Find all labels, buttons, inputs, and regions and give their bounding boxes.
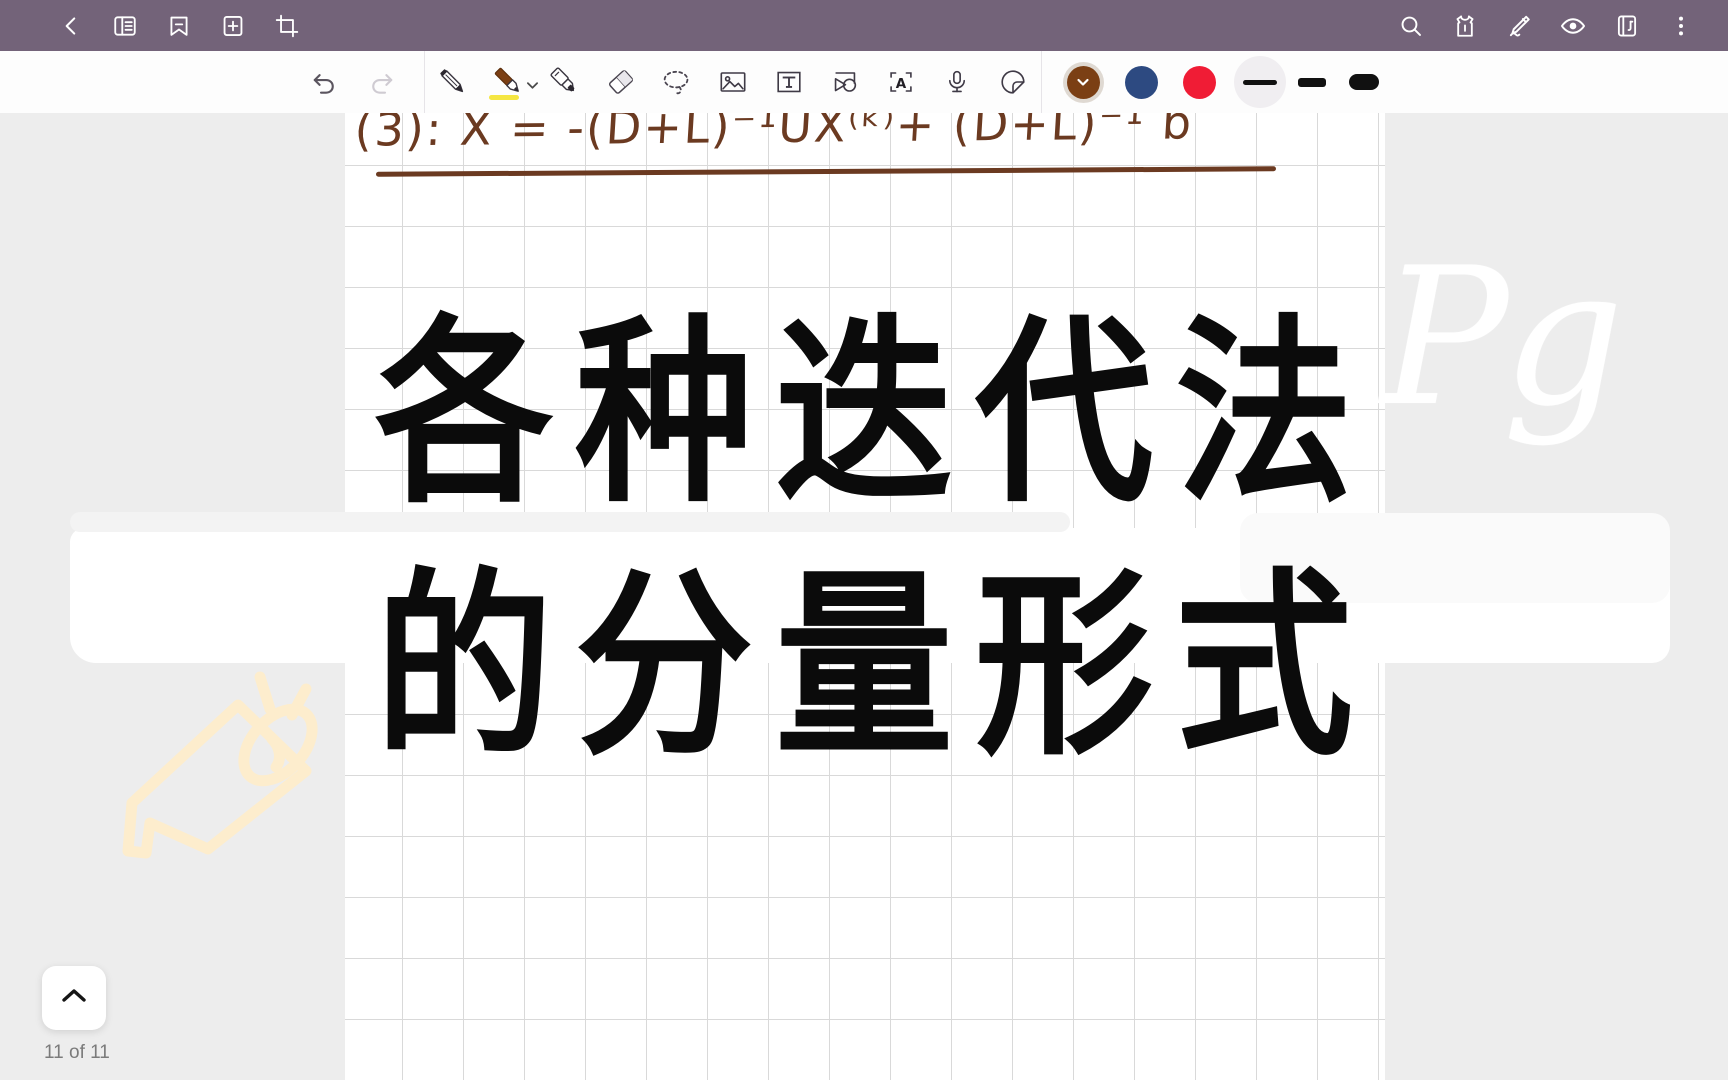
crop-icon[interactable] [260,1,314,51]
search-icon[interactable] [1384,1,1438,51]
top-bar-right-group [1384,1,1728,51]
drawing-toolbar: A [0,51,1728,113]
stroke-width-group [1234,56,1390,108]
tools-group: A [425,57,1041,107]
handwritten-equation: (3): X = -(D+L)⁻¹UX⁽ᵏ⁾+ (D+L)⁻¹ b [353,113,1195,157]
redo-button[interactable] [358,57,406,107]
lasso-select-tool[interactable] [649,57,705,107]
audio-record-tool[interactable] [929,57,985,107]
page-flip-icon[interactable] [1600,1,1654,51]
sticker-tool[interactable] [985,57,1041,107]
script-watermark: Pg [1380,227,1624,448]
white-brush-stroke-secondary [1240,513,1670,603]
sidebar-toggle-icon[interactable] [98,1,152,51]
highlighter-tool[interactable] [537,57,593,107]
page-up-button[interactable] [42,966,106,1030]
eraser-tool[interactable] [593,57,649,107]
fountain-pen-tool[interactable] [481,57,539,107]
stroke-width-thin[interactable] [1234,56,1286,108]
shirt-icon[interactable] [1438,1,1492,51]
ballpoint-pen-tool[interactable] [425,57,481,107]
note-canvas[interactable]: (3): X = -(D+L)⁻¹UX⁽ᵏ⁾+ (D+L)⁻¹ b Pg 各种迭… [0,113,1728,1080]
color-swatch-blue[interactable] [1112,53,1170,111]
back-icon[interactable] [44,1,98,51]
stroke-width-medium[interactable] [1286,56,1338,108]
more-vertical-icon[interactable] [1654,1,1708,51]
color-swatch-brown[interactable] [1054,53,1112,111]
history-group [300,57,406,107]
eye-icon[interactable] [1546,1,1600,51]
top-app-bar [0,0,1728,51]
color-swatch-red[interactable] [1170,53,1228,111]
bookmark-icon[interactable] [152,1,206,51]
color-palette-group [1054,53,1228,111]
stroke-width-thick[interactable] [1338,56,1390,108]
svg-text:A: A [896,76,907,92]
fountain-pen-selected-underline [489,95,519,100]
add-page-icon[interactable] [206,1,260,51]
undo-button[interactable] [300,57,348,107]
toolbar-divider-2 [1041,51,1042,113]
page-indicator: 11 of 11 [42,966,110,1064]
megaphone-icon [110,653,340,913]
chevron-up-icon [59,985,89,1012]
handwriting-recognition-tool[interactable]: A [873,57,929,107]
page-count-label: 11 of 11 [44,1042,110,1063]
shape-tool[interactable] [817,57,873,107]
text-box-tool[interactable] [761,57,817,107]
insert-image-tool[interactable] [705,57,761,107]
chevron-down-icon [1076,76,1090,89]
notebook-app-window: A (3): X = -(D+L)⁻¹UX⁽ᵏ⁾+ (D+L)⁻¹ b Pg 各… [0,0,1728,1080]
edit-pen-icon[interactable] [1492,1,1546,51]
top-bar-left-group [0,1,314,51]
